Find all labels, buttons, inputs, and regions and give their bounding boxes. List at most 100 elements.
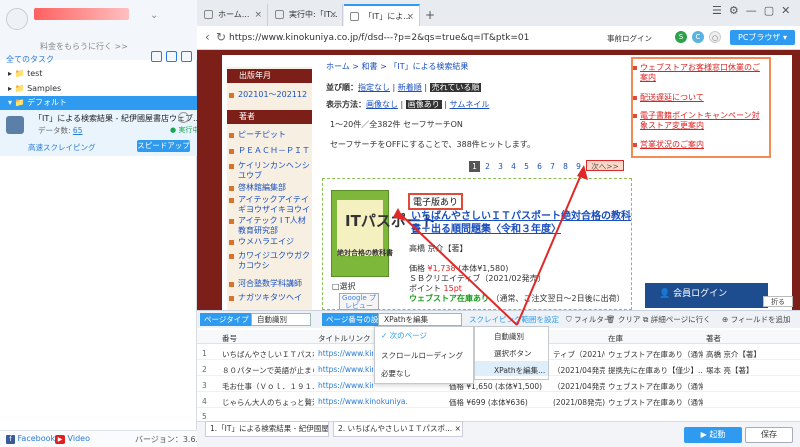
- column-header[interactable]: 在庫: [608, 333, 623, 344]
- tab-search-results[interactable]: 「IT」によ... ×: [344, 4, 420, 26]
- menu-item-not-needed[interactable]: 必要なし: [381, 368, 411, 379]
- tab-home[interactable]: ホーム... ×: [198, 4, 268, 26]
- new-tab-icon[interactable]: +: [425, 8, 435, 22]
- cell-title[interactable]: いちばんやさしいＩＴパスポ...: [222, 349, 314, 360]
- menu-item-next-page[interactable]: ✓ 次のページ: [381, 330, 427, 341]
- add-field-button[interactable]: ⊕ フィールドを追加: [722, 314, 791, 325]
- cell-stock[interactable]: 提携先に在庫あり【僅少】...: [608, 365, 703, 376]
- speed-up-button[interactable]: スピードアップ: [137, 140, 190, 152]
- book-title-link[interactable]: いちばんやさしいＩＴパスポート絶対合格の教科書＋出る順問題集〈令和３年度〉: [411, 210, 631, 236]
- author-link[interactable]: 河合塾数学科講師: [238, 279, 310, 289]
- column-header[interactable]: 番号: [222, 333, 237, 344]
- filter-link[interactable]: 202101〜202112: [238, 90, 310, 100]
- select-checkbox[interactable]: □選択: [332, 281, 356, 292]
- step-tab-1[interactable]: 1.「IT」による検索結果 - 紀伊國屋...: [205, 421, 329, 437]
- close-window-icon[interactable]: ✕: [781, 4, 790, 17]
- tab-running[interactable]: 実行中:「IT... ×: [269, 4, 343, 26]
- folder-default[interactable]: ▾ 📁 デフォルト: [0, 96, 197, 110]
- author-link[interactable]: カワイジユクウガクカコウシ: [238, 251, 310, 271]
- minimize-icon[interactable]: —: [746, 4, 757, 17]
- settings-icon[interactable]: ⚙: [729, 4, 739, 17]
- cell-publisher[interactable]: ティブ（2021/02発...: [553, 349, 605, 360]
- status-s-icon[interactable]: S: [675, 31, 687, 43]
- notice-link[interactable]: 配送遅延について: [640, 93, 765, 103]
- notice-link[interactable]: ウェブストアお客様窓口休業のご案内: [640, 63, 765, 83]
- submenu-item-auto[interactable]: 自動識別: [494, 331, 524, 342]
- fold-button[interactable]: 折る: [763, 296, 793, 307]
- scrape-range-link[interactable]: スクレイピング範囲を設定: [469, 314, 559, 325]
- close-tab-icon[interactable]: ×: [329, 4, 337, 26]
- facebook-link[interactable]: f Facebook: [6, 434, 55, 444]
- fast-scraping-link[interactable]: 高速スクレイピング: [28, 142, 96, 153]
- google-preview-button[interactable]: Google プレビュー: [339, 293, 379, 310]
- cell-publisher[interactable]: （2021/04発売）: [553, 365, 605, 376]
- list-icon[interactable]: ☰: [712, 4, 722, 17]
- page-number[interactable]: 8: [560, 161, 571, 172]
- cell-title[interactable]: ８０パターンで英語が止まら...: [222, 365, 314, 376]
- search-task-icon[interactable]: [181, 51, 192, 62]
- pc-browser-button[interactable]: PCブラウザ ▾: [730, 30, 795, 45]
- back-icon[interactable]: ‹: [205, 30, 210, 44]
- sort-option[interactable]: 指定なし: [358, 83, 390, 92]
- stop-task-icon[interactable]: [178, 112, 189, 123]
- page-number[interactable]: 2: [482, 161, 493, 172]
- folder-samples[interactable]: ▸ 📁 Samples: [0, 82, 197, 96]
- notice-link[interactable]: 電子書籍ポイントキャンペーン対象ストア変更案内: [640, 111, 765, 131]
- author-link[interactable]: ウメハラエイジ: [238, 237, 310, 247]
- cell-title[interactable]: 毛お仕事（Ｖｏｌ．１９１...: [222, 381, 314, 392]
- detail-page-button[interactable]: ⧉ 詳細ページに行く: [643, 314, 711, 325]
- page-number[interactable]: 5: [521, 161, 532, 172]
- page-number[interactable]: 1: [469, 161, 480, 172]
- page-number[interactable]: 3: [495, 161, 506, 172]
- submenu-item-select-button[interactable]: 選択ボタン: [494, 348, 532, 359]
- url-field[interactable]: https://www.kinokuniya.co.jp/f/dsd---?p=…: [229, 33, 529, 43]
- page-number-select[interactable]: XPathを編集: [378, 313, 462, 326]
- cell-author[interactable]: 高橋 京介【著】: [706, 349, 796, 360]
- column-header[interactable]: 著者: [706, 333, 721, 344]
- page-number[interactable]: 6: [534, 161, 545, 172]
- author-link[interactable]: ＰＥＡＣＨ－ＰＩＴ: [238, 146, 310, 156]
- author-link[interactable]: ケイリンカンヘンシユウブ: [238, 161, 310, 181]
- save-button[interactable]: 保存: [745, 427, 793, 443]
- data-count-value[interactable]: 65: [73, 126, 83, 135]
- user-avatar[interactable]: [6, 8, 28, 30]
- cell-stock[interactable]: ウェブストア在庫あり（通常...: [608, 381, 703, 392]
- sort-option[interactable]: 新着順: [398, 83, 422, 92]
- member-login-button[interactable]: 👤 会員ログイン: [645, 283, 768, 308]
- cell-author[interactable]: 塚本 亮【著】: [706, 365, 796, 376]
- column-header[interactable]: タイトルリンク: [318, 333, 371, 344]
- page-number[interactable]: 7: [547, 161, 558, 172]
- cell-url[interactable]: https://www.kinokuniya.co.jp/f/...: [318, 365, 373, 374]
- cell-publisher[interactable]: （2021/04発売）: [553, 381, 605, 392]
- refresh-icon[interactable]: ↻: [216, 30, 226, 44]
- user-menu-chevron-icon[interactable]: ⌄: [150, 10, 158, 21]
- close-tab-icon[interactable]: ×: [254, 4, 262, 26]
- notice-link[interactable]: 営業状況のご案内: [640, 140, 765, 150]
- cell-price[interactable]: 価格 ¥699 (本体¥636): [449, 397, 551, 408]
- close-tab-icon[interactable]: ×: [406, 6, 414, 26]
- step-tab-2[interactable]: 2. いちばんやさしいＩＴパスポ... ×: [333, 421, 463, 437]
- cell-url[interactable]: https://www.kinokuniya.co.jp/f/...: [318, 381, 373, 390]
- cell-title[interactable]: じゃらん大人のちょっと贅沢...: [222, 397, 314, 408]
- task-title[interactable]: 「IT」による検索結果 - 紀伊國屋書店ウェブ...: [34, 113, 201, 124]
- cell-publisher[interactable]: (2021/08発売): [553, 397, 605, 408]
- cell-url[interactable]: https://www.kinokuniya.co.jp/f/...: [318, 349, 373, 358]
- breadcrumb[interactable]: ホーム > 和書 > 「IT」による検索結果: [326, 61, 468, 72]
- sort-option-active[interactable]: 売れている順: [429, 83, 482, 92]
- next-page-link[interactable]: 次へ>>: [586, 160, 624, 171]
- status-c-icon[interactable]: C: [692, 31, 704, 43]
- clear-button[interactable]: 🗑 クリア: [606, 314, 640, 325]
- author-link[interactable]: アイテック I T人材教育研究部: [238, 216, 310, 236]
- page-type-select[interactable]: 自動識別: [251, 313, 311, 326]
- page-number[interactable]: 9: [573, 161, 584, 172]
- book-author[interactable]: 高橋 京介【著】: [409, 243, 468, 254]
- cell-url[interactable]: https://www.kinokuniya.co.jp/f/...: [318, 397, 408, 406]
- cell-stock[interactable]: ウェブストア在庫あり（通常...: [608, 397, 703, 408]
- author-link[interactable]: ナガツキタツヘイ: [238, 293, 310, 303]
- status-o-icon[interactable]: ○: [709, 31, 721, 43]
- video-link[interactable]: ▶ Video: [55, 434, 90, 444]
- author-link[interactable]: ピーチピット: [238, 130, 310, 140]
- cell-stock[interactable]: ウェブストア在庫あり（通常...: [608, 349, 703, 360]
- submenu-item-edit-xpath[interactable]: XPathを編集...: [494, 365, 545, 376]
- menu-item-scroll-loading[interactable]: スクロールローディング: [381, 350, 463, 361]
